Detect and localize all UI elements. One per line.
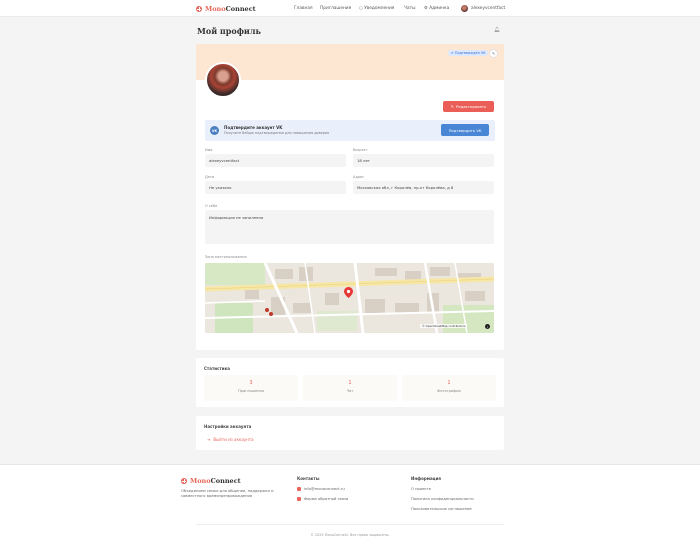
stat-chats: 1 Чат bbox=[303, 375, 397, 401]
settings-title: Настройки аккаунта bbox=[204, 424, 252, 429]
logo-icon bbox=[181, 478, 187, 484]
name-label: Имя bbox=[205, 148, 213, 152]
address-field: Московская обл, г Королёв, пр-кт Королёв… bbox=[353, 181, 494, 194]
age-field: 18 лет bbox=[353, 154, 494, 167]
pencil-icon: ✎ bbox=[450, 104, 454, 109]
about-label: О себе bbox=[205, 204, 218, 208]
info-icon[interactable]: i bbox=[485, 324, 490, 329]
bell-icon[interactable]: 🔔︎ bbox=[494, 27, 500, 33]
vk-banner-title: Подтвердите аккаунт VK bbox=[224, 125, 283, 130]
footer-divider bbox=[196, 524, 504, 525]
copyright: © 2025 MonoConnect. Все права защищены. bbox=[310, 533, 390, 537]
nav-admin[interactable]: ⚙ Админка bbox=[424, 6, 449, 11]
check-icon: ✔ bbox=[451, 51, 454, 55]
page-title: Мой профиль bbox=[197, 26, 261, 36]
footer-about: Объединяем семьи для общения, поддержки … bbox=[181, 489, 274, 498]
footer-link-privacy[interactable]: Политика конфиденциальности bbox=[411, 497, 474, 501]
map-label: Зона местоположения bbox=[205, 255, 247, 259]
name-field: alexeyvcentfact bbox=[205, 154, 346, 167]
location-map[interactable]: © OpenStreetMap contributors i bbox=[205, 263, 494, 333]
gear-icon: ⚙ bbox=[424, 6, 428, 11]
profile-avatar[interactable] bbox=[205, 62, 241, 98]
logo-icon bbox=[196, 6, 202, 12]
edit-cover-button[interactable]: ✎ bbox=[489, 49, 498, 58]
nav-home[interactable]: Главная bbox=[294, 6, 313, 11]
footer-logo[interactable]: MonoConnect bbox=[181, 477, 241, 485]
vk-verify-button[interactable]: Подтвердить VK bbox=[441, 124, 489, 136]
footer-contacts-title: Контакты bbox=[297, 476, 320, 481]
vk-logo-icon: VK bbox=[210, 126, 219, 135]
brand-logo[interactable]: MonoConnect bbox=[196, 5, 256, 13]
nav-chats[interactable]: Чаты bbox=[404, 6, 415, 11]
children-label: Дети bbox=[205, 175, 215, 179]
stats-title: Статистика bbox=[204, 366, 230, 371]
stat-photos: 1 Фотографии bbox=[402, 375, 496, 401]
nav-invitations[interactable]: Приглашения bbox=[320, 6, 351, 11]
map-attribution: © OpenStreetMap contributors bbox=[420, 324, 468, 328]
map-tiles bbox=[205, 263, 494, 333]
age-label: Возраст bbox=[353, 148, 368, 152]
logout-button[interactable]: ⇥ Выйти из аккаунта bbox=[207, 437, 254, 442]
settings-card bbox=[196, 416, 504, 450]
vk-banner-subtitle: Получите бейдж подтверждения для повышен… bbox=[224, 131, 330, 135]
user-menu[interactable]: alexeyvcentfact bbox=[461, 5, 505, 12]
location-pin-icon bbox=[344, 287, 353, 298]
edit-profile-button[interactable]: ✎ Редактировать bbox=[443, 101, 494, 112]
footer-feedback-link[interactable]: Форма обратной связи bbox=[297, 497, 348, 501]
pencil-icon: ✎ bbox=[491, 51, 496, 56]
logout-icon: ⇥ bbox=[207, 437, 211, 442]
address-label: Адрес bbox=[353, 175, 365, 179]
stat-invitations: 3 Приглашения bbox=[204, 375, 298, 401]
avatar bbox=[461, 5, 468, 12]
footer-info-title: Информация bbox=[411, 476, 441, 481]
children-field: Не указано bbox=[205, 181, 346, 194]
footer-email-link[interactable]: info@monoconnect.ru bbox=[297, 487, 345, 491]
verified-badge: ✔ Подтверждён VK bbox=[448, 50, 489, 56]
footer bbox=[0, 464, 700, 552]
footer-link-terms[interactable]: Пользовательское соглашение bbox=[411, 507, 472, 511]
footer-link-about[interactable]: О проекте bbox=[411, 487, 431, 491]
nav-notifications[interactable]: ○ Уведомления bbox=[359, 6, 394, 11]
username: alexeyvcentfact bbox=[471, 6, 506, 11]
mail-icon bbox=[297, 487, 301, 491]
bell-icon: ○ bbox=[359, 6, 363, 11]
top-navbar: MonoConnect Главная Приглашения ○ Уведом… bbox=[0, 0, 700, 17]
about-field: Информация не заполнена bbox=[205, 210, 494, 244]
form-icon bbox=[297, 497, 301, 501]
